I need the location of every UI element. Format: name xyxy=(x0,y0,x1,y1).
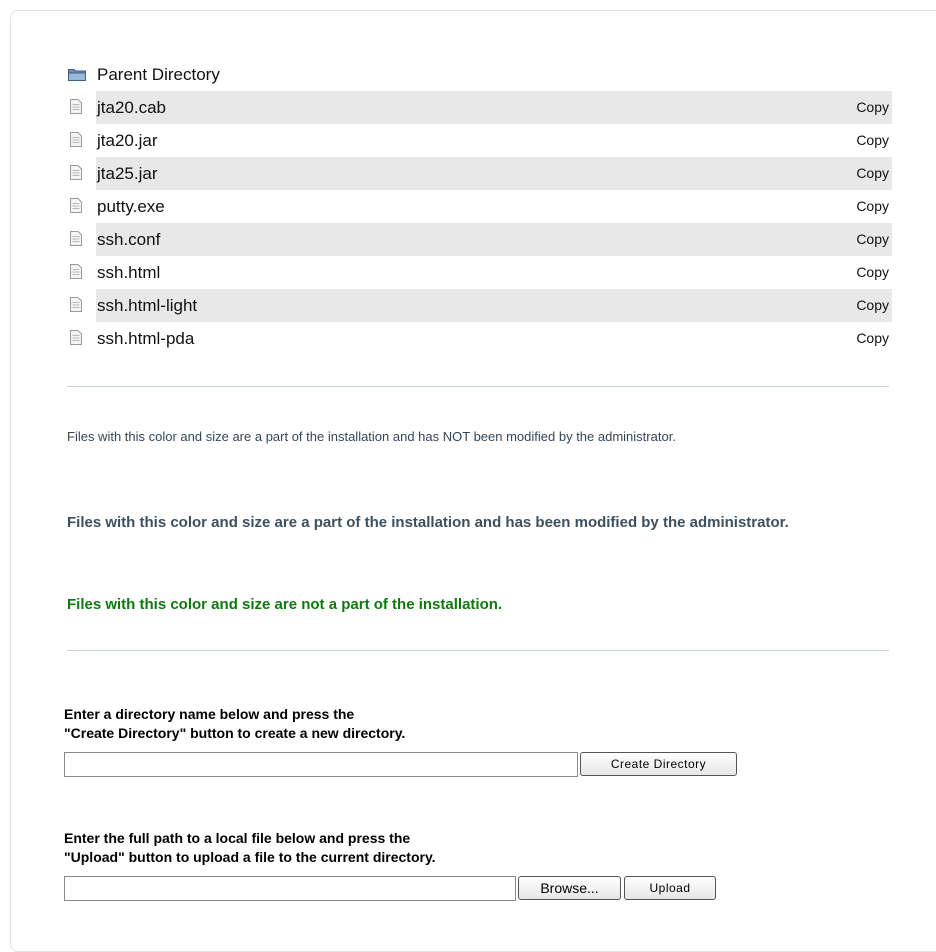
parent-directory-row[interactable]: Parent Directory xyxy=(67,58,892,91)
file-name-link[interactable]: ssh.html-pda xyxy=(97,322,194,355)
legend-not-installation: Files with this color and size are not a… xyxy=(67,596,503,613)
separator-top xyxy=(67,386,889,387)
upload-label-line2: "Upload" button to upload a file to the … xyxy=(64,849,436,865)
file-row: ssh.html-pda Copy xyxy=(67,322,892,355)
copy-link[interactable]: Copy xyxy=(856,223,889,256)
copy-link[interactable]: Copy xyxy=(856,289,889,322)
file-icon xyxy=(70,330,82,345)
row-background xyxy=(96,124,892,157)
legend-unmodified: Files with this color and size are a par… xyxy=(67,429,676,444)
file-name-link[interactable]: ssh.html xyxy=(97,256,160,289)
row-background xyxy=(96,91,892,124)
copy-link[interactable]: Copy xyxy=(856,157,889,190)
copy-link[interactable]: Copy xyxy=(856,124,889,157)
parent-directory-link[interactable]: Parent Directory xyxy=(97,58,220,91)
row-background xyxy=(96,256,892,289)
file-icon xyxy=(70,264,82,279)
file-icon xyxy=(70,132,82,147)
file-icon xyxy=(70,99,82,114)
file-name-link[interactable]: jta20.cab xyxy=(97,91,166,124)
copy-link[interactable]: Copy xyxy=(856,256,889,289)
file-icon xyxy=(70,231,82,246)
file-row: jta20.cab Copy xyxy=(67,91,892,124)
file-row: ssh.html Copy xyxy=(67,256,892,289)
file-row: jta25.jar Copy xyxy=(67,157,892,190)
file-name-link[interactable]: ssh.conf xyxy=(97,223,160,256)
upload-button[interactable]: Upload xyxy=(624,876,716,900)
row-background xyxy=(96,322,892,355)
file-path-input[interactable] xyxy=(64,876,516,901)
folder-icon xyxy=(68,69,86,81)
file-row: putty.exe Copy xyxy=(67,190,892,223)
separator-bottom xyxy=(67,650,889,651)
file-icon xyxy=(70,198,82,213)
create-directory-label-line1: Enter a directory name below and press t… xyxy=(64,706,355,722)
row-background xyxy=(96,223,892,256)
create-directory-button[interactable]: Create Directory xyxy=(580,752,737,776)
file-row: jta20.jar Copy xyxy=(67,124,892,157)
file-row: ssh.conf Copy xyxy=(67,223,892,256)
row-background xyxy=(96,157,892,190)
copy-link[interactable]: Copy xyxy=(856,190,889,223)
copy-link[interactable]: Copy xyxy=(856,322,889,355)
browse-button[interactable]: Browse... xyxy=(518,876,621,900)
create-directory-label-line2: "Create Directory" button to create a ne… xyxy=(64,725,406,741)
copy-link[interactable]: Copy xyxy=(856,91,889,124)
file-name-link[interactable]: jta20.jar xyxy=(97,124,157,157)
row-background xyxy=(96,289,892,322)
file-icon xyxy=(70,165,82,180)
legend-modified: Files with this color and size are a par… xyxy=(67,514,789,531)
file-icon xyxy=(70,297,82,312)
upload-label-line1: Enter the full path to a local file belo… xyxy=(64,830,411,846)
file-name-link[interactable]: jta25.jar xyxy=(97,157,157,190)
file-row: ssh.html-light Copy xyxy=(67,289,892,322)
row-background xyxy=(96,190,892,223)
file-name-link[interactable]: ssh.html-light xyxy=(97,289,197,322)
file-list: Parent Directory jta20.cab Copy jta20.jar C… xyxy=(67,58,892,355)
file-name-link[interactable]: putty.exe xyxy=(97,190,165,223)
directory-name-input[interactable] xyxy=(64,752,578,777)
